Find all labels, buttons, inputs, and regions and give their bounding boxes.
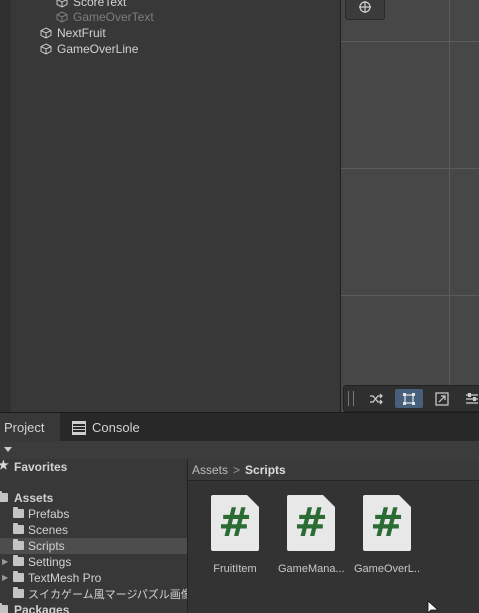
- breadcrumb-assets[interactable]: Assets: [192, 463, 228, 477]
- gameobject-cube-icon: [56, 11, 68, 23]
- rect-tool-button[interactable]: [395, 389, 423, 408]
- folder-icon: [13, 555, 24, 566]
- tab-label: Console: [92, 420, 140, 435]
- tree-item-settings[interactable]: ▶ Settings: [0, 554, 187, 570]
- expand-arrow-icon[interactable]: ▶: [2, 557, 8, 566]
- folder-icon: [13, 587, 24, 598]
- tree-item-label: Scripts: [28, 539, 65, 553]
- tree-item-image-assets[interactable]: スイカゲーム風マージパズル画像素材: [0, 586, 187, 602]
- hierarchy-item-nextfruit[interactable]: NextFruit: [40, 25, 106, 41]
- scene-grid-line: [449, 0, 450, 412]
- mouse-cursor-icon: [427, 601, 439, 613]
- sliders-icon: [466, 392, 478, 404]
- tab-console[interactable]: Console: [62, 413, 142, 442]
- folder-icon: [13, 539, 24, 550]
- hierarchy-item-label: GameOverText: [73, 10, 154, 24]
- asset-label: GameMana...: [278, 563, 344, 575]
- tree-item-label: TextMesh Pro: [28, 571, 102, 585]
- transform-tool-button[interactable]: [362, 389, 390, 408]
- breadcrumb-current[interactable]: Scripts: [245, 463, 286, 477]
- hierarchy-item-label: GameOverLine: [57, 42, 139, 56]
- folder-open-icon: [0, 491, 8, 502]
- breadcrumb: Assets > Scripts: [188, 459, 479, 481]
- hierarchy-panel: [0, 0, 340, 412]
- scale-tool-icon: [435, 391, 449, 406]
- star-icon: ★: [0, 459, 9, 472]
- scene-view[interactable]: [341, 0, 479, 412]
- drag-handle-icon[interactable]: [348, 391, 354, 406]
- folder-icon: [13, 507, 24, 518]
- custom-tool-button[interactable]: [458, 389, 479, 408]
- hierarchy-gutter: [0, 0, 11, 412]
- gameobject-cube-icon: [40, 27, 52, 39]
- tree-item-label: Scenes: [28, 523, 69, 537]
- asset-fruititem[interactable]: # FruitItem: [202, 495, 268, 575]
- tree-item-packages[interactable]: Packages: [0, 602, 187, 613]
- tree-item-favorites[interactable]: ★ Favorites: [0, 459, 187, 475]
- tree-item-label: Favorites: [14, 460, 68, 474]
- move-tool-button[interactable]: [345, 0, 385, 20]
- asset-label: GameOverL...: [354, 563, 420, 575]
- scale-tool-button[interactable]: [428, 389, 456, 408]
- move-arrows-icon: [359, 1, 371, 13]
- gameobject-cube-icon: [56, 0, 68, 8]
- shuffle-arrows-icon: [370, 393, 383, 404]
- project-folder-tree: ★ Favorites Assets Prefabs Scenes Script…: [0, 459, 187, 613]
- hierarchy-item-gameovertext[interactable]: GameOverText: [56, 9, 154, 25]
- asset-gameoverline[interactable]: # GameOverL...: [354, 495, 420, 575]
- hierarchy-item-label: NextFruit: [57, 26, 106, 40]
- expand-arrow-icon[interactable]: ▶: [2, 573, 8, 582]
- tree-item-prefabs[interactable]: Prefabs: [0, 506, 187, 522]
- tree-item-assets[interactable]: Assets: [0, 490, 187, 506]
- hierarchy-item-label: ScoreText: [73, 0, 127, 9]
- scene-grid-line: [341, 295, 479, 296]
- gameobject-cube-icon: [40, 43, 52, 55]
- project-toolbar: [0, 441, 479, 460]
- console-icon: [72, 420, 86, 435]
- tree-item-label: Prefabs: [28, 507, 70, 521]
- csharp-script-icon: #: [211, 495, 259, 551]
- tree-item-scenes[interactable]: Scenes: [0, 522, 187, 538]
- rect-tool-icon: [403, 392, 415, 405]
- tab-project[interactable]: Project: [0, 413, 60, 442]
- tree-item-label: スイカゲーム風マージパズル画像素材: [28, 589, 187, 601]
- tree-item-scripts[interactable]: Scripts: [0, 538, 187, 554]
- csharp-script-icon: #: [287, 495, 335, 551]
- tree-item-label: Packages: [14, 603, 70, 613]
- tree-item-label: Assets: [14, 491, 54, 505]
- scene-tools-overlay: [343, 385, 479, 412]
- folder-icon: [0, 603, 8, 613]
- folder-icon: [13, 571, 24, 582]
- tree-item-label: Settings: [28, 555, 72, 569]
- csharp-script-icon: #: [363, 495, 411, 551]
- scene-grid-line: [341, 168, 479, 169]
- tree-item-textmesh-pro[interactable]: ▶ TextMesh Pro: [0, 570, 187, 586]
- scene-grid-line: [341, 41, 479, 42]
- tab-label: Project: [4, 420, 45, 435]
- breadcrumb-separator-icon: >: [233, 462, 241, 477]
- hierarchy-item-gameoverline[interactable]: GameOverLine: [40, 41, 138, 57]
- asset-label: FruitItem: [213, 563, 257, 575]
- bottom-tab-bar: Project Console: [0, 412, 479, 442]
- create-dropdown-icon[interactable]: [4, 447, 12, 452]
- asset-gamemanager[interactable]: # GameMana...: [278, 495, 344, 575]
- folder-icon: [13, 523, 24, 534]
